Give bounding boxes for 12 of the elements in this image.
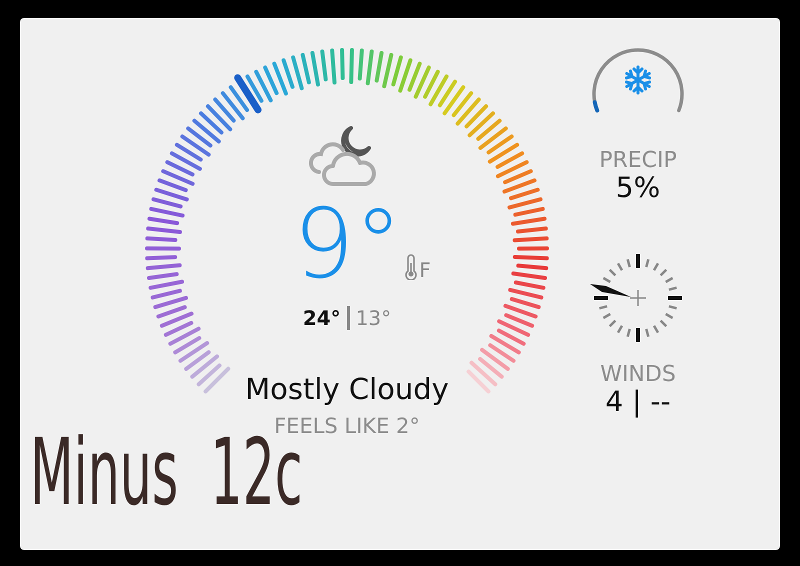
winds-label: WINDS (600, 362, 676, 387)
thermometer-icon (404, 254, 418, 280)
low-temperature: 13° (356, 306, 392, 330)
precip-value: 5% (616, 173, 660, 204)
feels-like-text: FEELS LIKE 2° (274, 414, 420, 438)
temperature-value: 9° (293, 196, 402, 292)
temperature-unit: F (419, 260, 431, 280)
snowflake-icon (623, 65, 653, 95)
precip-label: PRECIP (599, 148, 677, 173)
winds-value: 4 | -- (605, 386, 671, 418)
condition-text: Mostly Cloudy (245, 372, 449, 406)
high-temperature: 24° (302, 306, 341, 330)
